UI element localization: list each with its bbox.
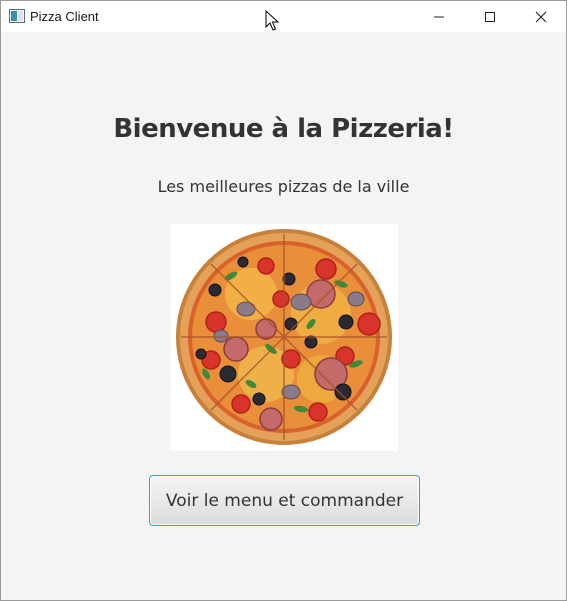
app-window: Pizza Client Bienvenue à la Pizzeria! Le… [0, 0, 567, 601]
window-title: Pizza Client [30, 9, 99, 24]
mouse-cursor-icon [265, 10, 280, 31]
app-icon [9, 9, 25, 23]
page-subtitle: Les meilleures pizzas de la ville [157, 177, 410, 196]
maximize-button[interactable] [467, 1, 513, 32]
pizza-image [171, 224, 398, 451]
minimize-icon [434, 16, 444, 17]
maximize-icon [485, 11, 495, 22]
pizza-illustration [176, 229, 392, 445]
title-bar[interactable]: Pizza Client [1, 1, 566, 32]
close-button[interactable] [518, 1, 564, 32]
view-menu-order-button[interactable]: Voir le menu et commander [149, 475, 420, 526]
page-heading: Bienvenue à la Pizzeria! [113, 114, 454, 144]
close-icon [535, 11, 547, 22]
minimize-button[interactable] [416, 1, 462, 32]
